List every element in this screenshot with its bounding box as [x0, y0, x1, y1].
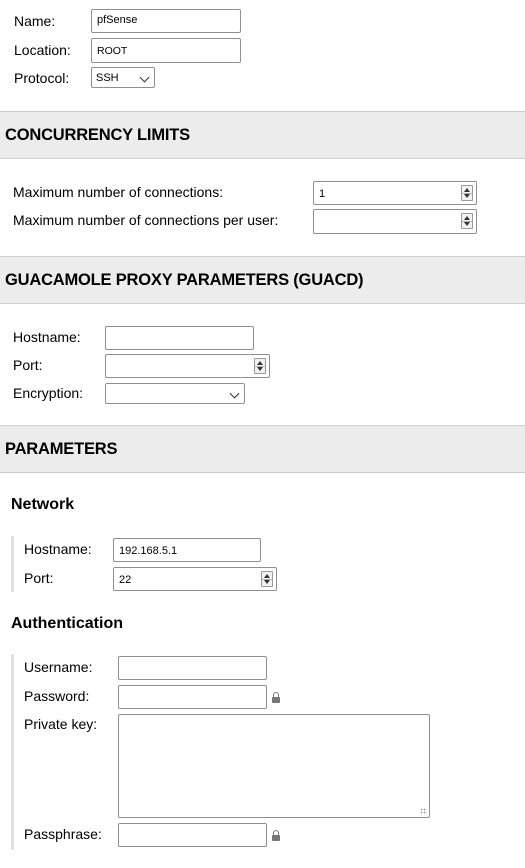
max-connections-input[interactable]: 1: [313, 181, 477, 205]
guacd-hostname-label: Hostname:: [13, 329, 81, 345]
concurrency-section-title: CONCURRENCY LIMITS: [5, 126, 190, 144]
max-connections-label: Maximum number of connections:: [13, 184, 224, 200]
guacd-section-header: GUACAMOLE PROXY PARAMETERS (GUACD): [0, 256, 525, 304]
password-input[interactable]: [118, 685, 267, 709]
username-input[interactable]: [118, 656, 267, 680]
name-input[interactable]: pfSense: [91, 9, 241, 33]
username-label: Username:: [24, 659, 93, 675]
network-hostname-label: Hostname:: [24, 541, 92, 557]
private-key-textarea[interactable]: [118, 714, 430, 818]
spinner-arrows-icon[interactable]: [261, 571, 273, 587]
network-port-input[interactable]: 22: [113, 567, 277, 591]
network-hostname-input[interactable]: 192.168.5.1: [113, 538, 261, 562]
max-connections-value: 1: [319, 188, 326, 200]
max-connections-per-user-label: Maximum number of connections per user:: [13, 212, 279, 228]
chevron-down-icon: [229, 388, 240, 399]
chevron-down-icon: [139, 72, 150, 83]
guacd-port-label: Port:: [13, 357, 43, 373]
password-label: Password:: [24, 688, 90, 704]
parameters-section-title: PARAMETERS: [5, 440, 118, 458]
name-label: Name:: [14, 13, 56, 29]
spinner-arrows-icon[interactable]: [461, 213, 473, 229]
lock-icon[interactable]: [272, 830, 280, 841]
guacd-encryption-label: Encryption:: [13, 385, 84, 401]
spinner-arrows-icon[interactable]: [461, 185, 473, 201]
authentication-subheading: Authentication: [11, 615, 123, 632]
passphrase-label: Passphrase:: [24, 826, 102, 842]
passphrase-input[interactable]: [118, 823, 267, 847]
max-connections-per-user-input[interactable]: [313, 209, 477, 234]
network-subheading: Network: [11, 496, 75, 513]
protocol-label: Protocol:: [14, 70, 70, 86]
network-port-value: 22: [119, 574, 132, 586]
private-key-label: Private key:: [24, 716, 98, 732]
resize-grip-icon[interactable]: [420, 808, 427, 815]
location-input[interactable]: ROOT: [91, 38, 241, 63]
parameters-section-header: PARAMETERS: [0, 425, 525, 473]
concurrency-section-header: CONCURRENCY LIMITS: [0, 111, 525, 159]
location-label: Location:: [14, 42, 71, 58]
spinner-arrows-icon[interactable]: [254, 358, 266, 374]
guacd-encryption-select[interactable]: [105, 383, 245, 404]
network-port-label: Port:: [24, 570, 54, 586]
lock-icon[interactable]: [272, 692, 280, 703]
guacd-section-title: GUACAMOLE PROXY PARAMETERS (GUACD): [5, 271, 364, 289]
network-group-bar: [11, 536, 14, 592]
protocol-select[interactable]: SSH: [91, 67, 155, 88]
guacd-port-input[interactable]: [105, 354, 270, 378]
authentication-group-bar: [11, 654, 14, 850]
guacd-hostname-input[interactable]: [105, 326, 254, 350]
protocol-value: SSH: [96, 72, 119, 84]
